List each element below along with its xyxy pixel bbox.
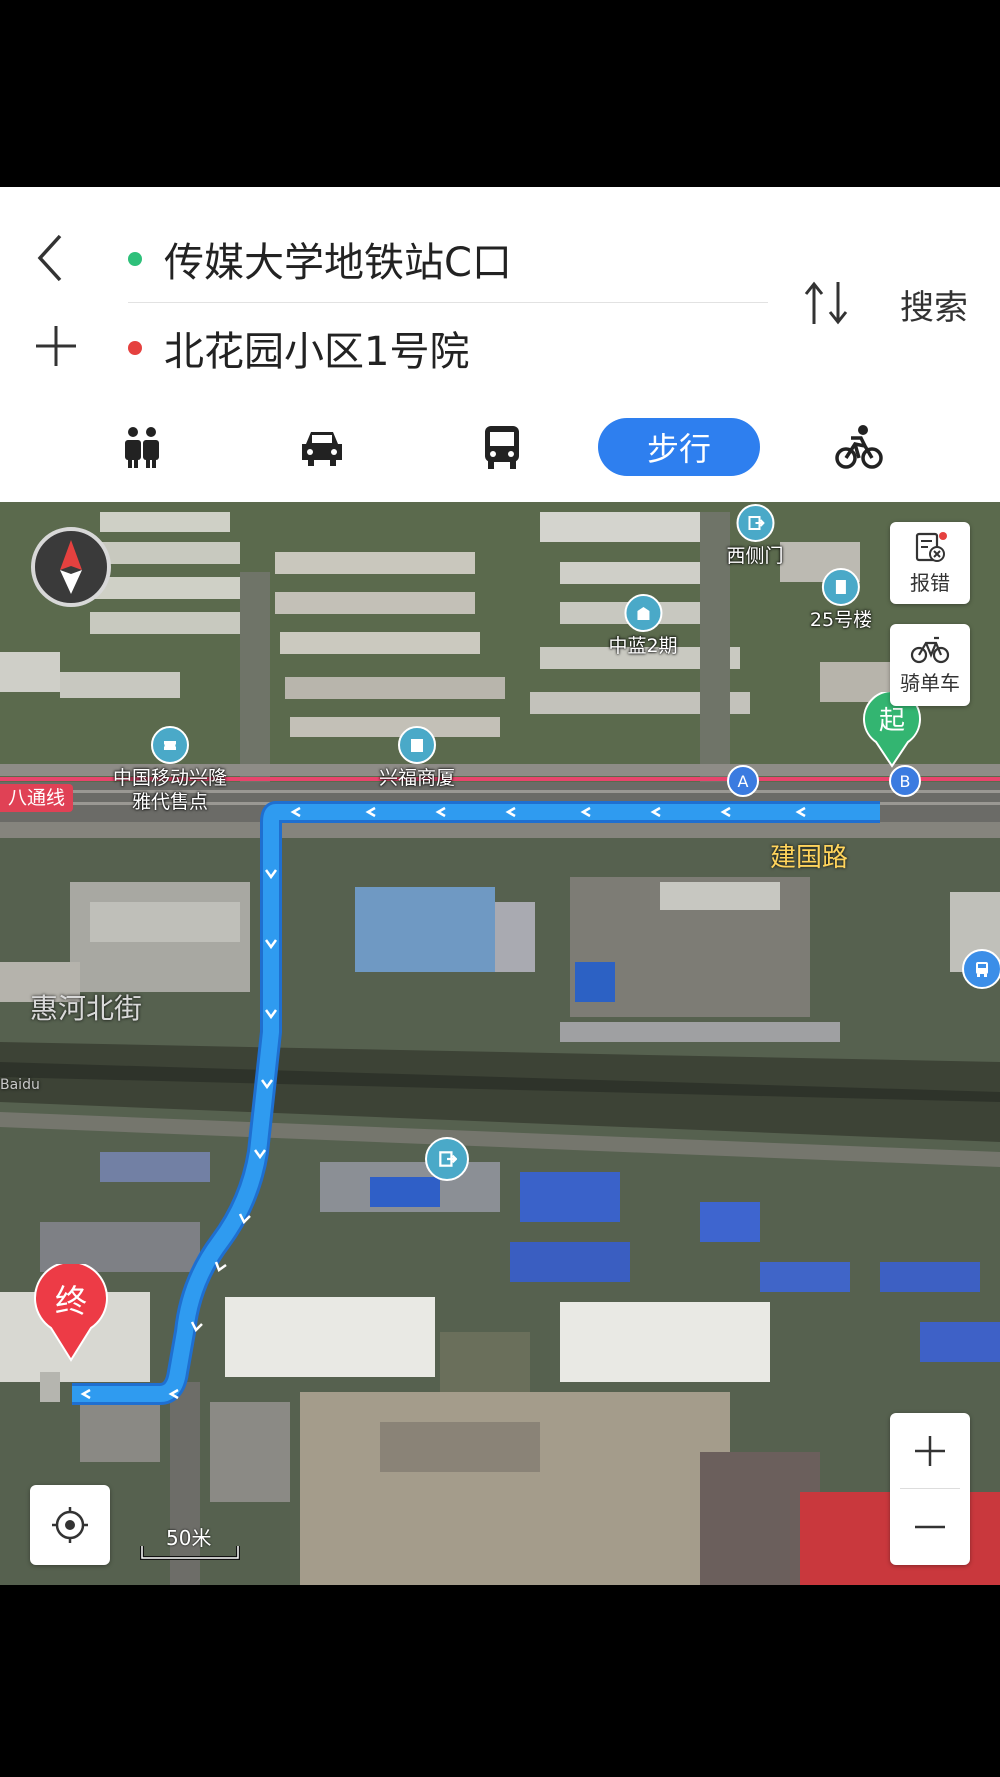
zoom-controls	[890, 1413, 970, 1565]
travel-mode-tabs: 步行	[0, 418, 1000, 478]
map-watermark: Baidu	[0, 1077, 40, 1093]
bus-icon	[485, 426, 519, 469]
building-icon	[624, 594, 662, 632]
tab-bicycle[interactable]	[832, 418, 886, 476]
zoom-out-button[interactable]	[890, 1489, 970, 1564]
poi-xingfu-mall[interactable]: 兴福商厦	[379, 726, 455, 790]
divider	[128, 302, 768, 303]
poi-label: 西侧门	[726, 545, 784, 567]
bus-stop-icon[interactable]	[962, 949, 1000, 989]
building-icon	[397, 726, 436, 764]
minus-icon	[915, 1525, 945, 1528]
gate-icon	[735, 504, 774, 542]
ticket-icon	[150, 726, 189, 764]
destination-text: 北花园小区1号院	[164, 329, 470, 375]
poi-zhonglan[interactable]: 中蓝2期	[608, 594, 678, 658]
tab-bus[interactable]	[472, 418, 532, 476]
tab-walk[interactable]: 步行	[598, 418, 760, 476]
swap-route-icon[interactable]	[802, 280, 850, 326]
origin-dot-icon	[128, 252, 142, 266]
station-exit-b[interactable]: B	[889, 765, 921, 797]
origin-text: 传媒大学地铁站C口	[164, 240, 512, 286]
rail-line-label: 八通线	[0, 784, 74, 812]
poi-china-mobile[interactable]: 中国移动兴隆 雅代售点	[113, 726, 227, 814]
end-marker-label: 终	[54, 1282, 87, 1320]
building-icon	[822, 568, 860, 606]
poi-label: 25号楼	[809, 609, 873, 631]
map-scale: 50米	[140, 1522, 240, 1562]
bike-share-label: 骑单车	[900, 670, 960, 695]
destination-dot-icon	[128, 341, 142, 355]
zoom-in-button[interactable]	[890, 1413, 970, 1488]
poi-label: 中蓝2期	[608, 635, 678, 657]
bicycle-icon	[835, 425, 883, 469]
search-button[interactable]: 搜索	[900, 280, 968, 329]
road-label-huihe: 惠河北街	[30, 992, 143, 1025]
report-error-button[interactable]: 报错	[890, 522, 970, 604]
add-waypoint-icon[interactable]	[32, 322, 80, 370]
compass-icon[interactable]	[30, 526, 112, 608]
origin-field[interactable]: 传媒大学地铁站C口	[128, 231, 512, 287]
bicycle-icon	[910, 636, 950, 663]
plus-icon	[915, 1435, 945, 1466]
bottom-bar	[0, 1585, 1000, 1777]
poi-label: 中国移动兴隆 雅代售点	[112, 767, 228, 813]
tab-walk-label: 步行	[646, 430, 711, 468]
road-label-jianguo: 建国路	[770, 843, 849, 873]
bike-share-button[interactable]: 骑单车	[890, 624, 970, 706]
map-view[interactable]: 八通线 建国路 惠河北街 Baidu 西侧门 中蓝2期 25号楼 中国移动兴隆 …	[0, 502, 1000, 1585]
status-bar	[0, 0, 1000, 187]
poi-label: 兴福商厦	[378, 767, 456, 789]
tab-taxi[interactable]	[112, 418, 172, 476]
report-error-icon	[915, 531, 947, 562]
destination-field[interactable]: 北花园小区1号院	[128, 320, 469, 376]
taxi-icon	[125, 427, 159, 468]
report-error-label: 报错	[910, 570, 950, 595]
scale-bar	[140, 1546, 240, 1560]
end-marker[interactable]: 终	[33, 1264, 109, 1362]
tab-car[interactable]	[292, 418, 352, 476]
walking-route	[72, 801, 880, 1405]
poi-west-gate[interactable]: 西侧门	[726, 504, 784, 568]
my-location-button[interactable]	[30, 1485, 110, 1565]
entrance-gate-icon[interactable]	[425, 1137, 469, 1181]
locate-icon	[52, 1507, 88, 1543]
car-icon	[302, 432, 342, 466]
back-arrow-icon[interactable]	[32, 230, 72, 286]
station-exit-a[interactable]: A	[727, 765, 759, 797]
poi-building-25[interactable]: 25号楼	[810, 568, 872, 632]
